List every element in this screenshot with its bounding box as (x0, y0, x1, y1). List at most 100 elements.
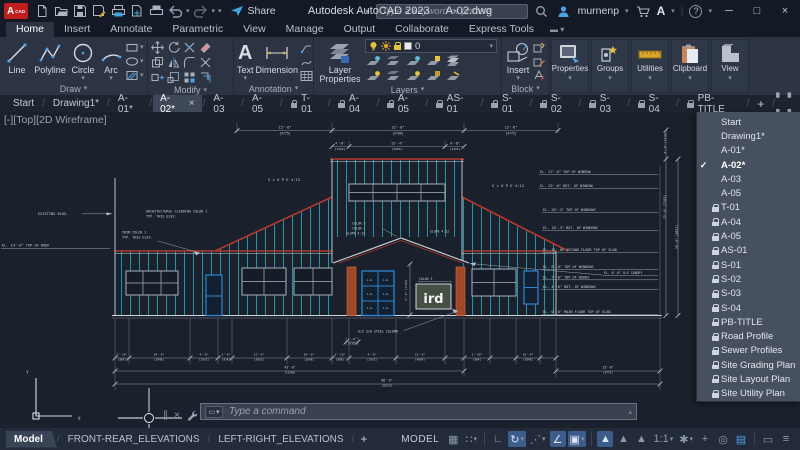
caret-icon[interactable]: ▾ (689, 436, 693, 443)
ribbon-tab-express-tools[interactable]: Express Tools (459, 22, 544, 37)
save-icon[interactable] (72, 4, 88, 19)
ellipse-button[interactable]: ▾ (125, 55, 144, 68)
sheet-menu-item-s-03[interactable]: S-03 (697, 287, 800, 301)
offset-icon[interactable] (199, 71, 212, 84)
command-input[interactable]: Type a command (229, 406, 622, 417)
user-avatar-icon[interactable] (556, 4, 572, 19)
file-tab-s-02[interactable]: S-02 (533, 93, 577, 115)
layout-tab-left-right-elevations[interactable]: LEFT-RIGHT_ELEVATIONS (210, 431, 351, 448)
sheet-menu-item-site-utility-plan[interactable]: Site Utility Plan (697, 387, 800, 401)
customization-menu-icon[interactable]: ≡ (778, 431, 794, 447)
layout-tab-front-rear-elevations[interactable]: FRONT-REAR_ELEVATIONS (60, 431, 208, 448)
ribbon-tab-parametric[interactable]: Parametric (162, 22, 233, 37)
grid-icon[interactable]: ▦ (445, 431, 461, 447)
new-file-icon[interactable] (34, 4, 50, 19)
sheet-menu-item-start[interactable]: Start (697, 115, 800, 129)
drawing-canvas[interactable]: [-][Top][2D Wireframe] 15'-8" [4775] 22'… (0, 112, 800, 428)
sheet-menu-item-s-01[interactable]: S-01 (697, 258, 800, 272)
snap-icon[interactable]: ∷ ▾ (463, 431, 479, 447)
layer-dropdown[interactable]: 0 ▾ (365, 39, 497, 53)
model-space-indicator[interactable]: MODEL (401, 434, 439, 445)
stretch-icon[interactable] (151, 71, 164, 84)
layer-unlock-all-icon[interactable] (425, 70, 441, 83)
ribbon-tab-collaborate[interactable]: Collaborate (385, 22, 459, 37)
redo-icon[interactable] (193, 4, 209, 19)
print-icon[interactable] (148, 4, 164, 19)
rotate-icon[interactable] (167, 41, 180, 54)
sheet-menu-item-a-05[interactable]: A-05 (697, 229, 800, 243)
user-menu-caret-icon[interactable]: ▾ (625, 8, 629, 15)
layer-make-current-icon[interactable] (445, 55, 461, 68)
sheet-menu-item-sewer-profiles[interactable]: Sewer Profiles (697, 344, 800, 358)
ucs-icon[interactable] (32, 378, 72, 420)
command-customize-wrench-icon[interactable] (186, 410, 197, 421)
file-tab-start[interactable]: Start (6, 95, 41, 112)
layer-unisolate-icon[interactable] (365, 70, 381, 83)
command-line-icon[interactable]: ▭ ▾ (205, 405, 223, 418)
layout-tab-model[interactable]: Model (6, 430, 57, 448)
caret-icon[interactable]: ▾ (474, 436, 478, 443)
layer-thaw-all-icon[interactable] (385, 70, 401, 83)
qat-customize-icon[interactable]: ▾ (218, 8, 222, 15)
new-drawing-tab-button[interactable]: + (750, 95, 771, 112)
text-button[interactable]: A Text ▾ (237, 39, 254, 82)
sheet-menu-item-site-layout-plan[interactable]: Site Layout Plan (697, 372, 800, 386)
redo-caret-icon[interactable]: ▾ (212, 8, 216, 15)
annotation-autoscale-icon[interactable]: ▲ (615, 431, 631, 447)
layer-off-icon[interactable] (405, 55, 421, 68)
autodesk-logo-icon[interactable]: A (657, 4, 666, 18)
sheet-menu-item-site-grading-plan[interactable]: Site Grading Plan (697, 358, 800, 372)
layer-on-all-icon[interactable] (405, 70, 421, 83)
command-line[interactable]: ▭ ▾ Type a command ▴ (200, 403, 637, 420)
undo-caret-icon[interactable]: ▾ (186, 8, 190, 15)
trim-icon[interactable] (183, 41, 196, 54)
open-file-icon[interactable] (53, 4, 69, 19)
sheet-menu-item-a-05[interactable]: A-05 (697, 186, 800, 200)
maximize-button[interactable]: □ (746, 5, 768, 17)
rectangle-button[interactable]: ▾ (125, 41, 144, 54)
undo-icon[interactable] (167, 4, 183, 19)
help-icon[interactable]: ? (689, 4, 703, 18)
file-tab-s-04[interactable]: S-04 (631, 93, 675, 115)
ribbon-tab-annotate[interactable]: Annotate (100, 22, 162, 37)
sheet-menu-item-road-profile[interactable]: Road Profile (697, 329, 800, 343)
sheet-menu-item-a-01-[interactable]: A-01* (697, 144, 800, 158)
properties-panel-collapsed[interactable]: Properties ▾ (551, 39, 589, 93)
command-grip-icon[interactable]: ∥ (163, 410, 168, 421)
explode-icon[interactable] (199, 56, 212, 69)
plus-icon[interactable]: + (697, 431, 713, 447)
sheet-menu-item-a-03[interactable]: A-03 (697, 172, 800, 186)
share-button[interactable]: Share (230, 5, 276, 17)
caret-icon[interactable]: ▾ (542, 436, 546, 443)
help-caret-icon[interactable]: ▾ (708, 8, 712, 15)
layer-properties-button[interactable]: Layer Properties (317, 39, 363, 85)
object-snap-tracking-icon[interactable]: ∠ (549, 431, 566, 447)
leader-line-button[interactable] (300, 55, 313, 68)
layer-match-icon[interactable] (445, 70, 461, 83)
isodraft-icon[interactable]: ⋰ ▾ (528, 431, 548, 447)
close-tab-icon[interactable]: × (189, 98, 195, 109)
layer-isolate-icon[interactable] (365, 55, 381, 68)
sheet-menu-item-a-04[interactable]: A-04 (697, 215, 800, 229)
file-tab-pb-title[interactable]: PB-TITLE (680, 93, 745, 115)
viewport-controls[interactable]: [-][Top][2D Wireframe] (4, 114, 107, 126)
sheet-menu-item-drawing1-[interactable]: Drawing1* (697, 129, 800, 143)
ribbon-tab-insert[interactable]: Insert (54, 22, 100, 37)
file-tab-as-01[interactable]: AS-01 (429, 93, 479, 115)
new-layout-button[interactable]: + (354, 432, 373, 446)
utilities-panel-collapsed[interactable]: Utilities ▾ (631, 39, 669, 93)
move-icon[interactable] (151, 41, 164, 54)
hatch-button[interactable]: ▾ (125, 69, 144, 82)
file-tab-a-02-[interactable]: A-02* × (153, 93, 202, 115)
pane-icon[interactable]: ▭ (760, 431, 776, 447)
annotation-visibility-icon[interactable]: ▲ (597, 431, 614, 447)
cart-icon[interactable] (635, 4, 651, 19)
ribbon-tab-output[interactable]: Output (334, 22, 386, 37)
autodesk-caret-icon[interactable]: ▾ (671, 8, 675, 15)
file-tab-s-03[interactable]: S-03 (582, 93, 626, 115)
file-tab-a-05[interactable]: A-05 (380, 93, 424, 115)
file-tab-a-04[interactable]: A-04 (331, 93, 375, 115)
caret-icon[interactable]: ▾ (521, 436, 525, 443)
ribbon-tab-home[interactable]: Home (6, 22, 55, 37)
ribbon-tab-view[interactable]: View (233, 22, 276, 37)
